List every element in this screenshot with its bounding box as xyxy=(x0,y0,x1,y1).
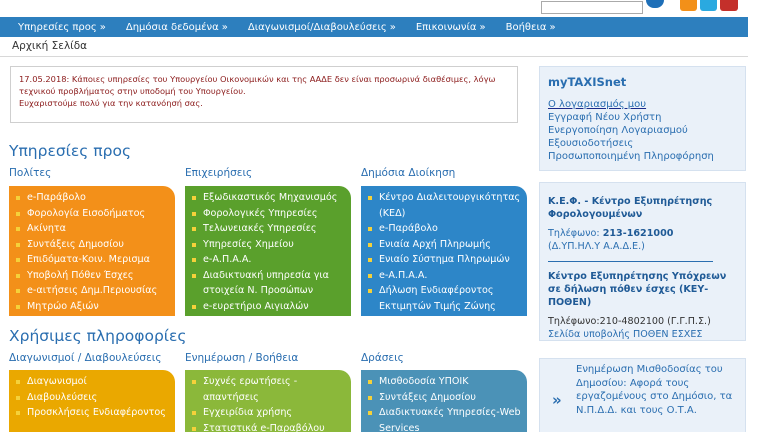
nav-label: Δημόσια δεδομένα xyxy=(125,21,219,33)
notice-line: Ευχαριστούμε πολύ για την κατανόησή σας. xyxy=(19,98,203,108)
list-item[interactable]: e-Παράβολο xyxy=(15,190,169,206)
list-item[interactable]: Προσκλήσεις Ενδιαφέροντος xyxy=(15,405,169,421)
column-heading-actions[interactable]: Δράσεις xyxy=(361,352,404,364)
notice-line: 17.05.2018: Κάποιες υπηρεσίες του Υπουργ… xyxy=(19,74,496,84)
list-item[interactable]: Συντάξεις Δημοσίου xyxy=(15,237,169,253)
nav-arrow: » xyxy=(389,21,396,33)
nav-item-help[interactable]: Βοήθεια» xyxy=(496,22,566,33)
list-item[interactable]: Επιδόματα-Κοιν. Μερισμα xyxy=(15,252,169,268)
list-item[interactable]: Διαδικτυακές Υπηρεσίες-Web Services xyxy=(367,405,521,432)
service-notice: 17.05.2018: Κάποιες υπηρεσίες του Υπουργ… xyxy=(10,66,518,123)
column-heading-tenders[interactable]: Διαγωνισμοί / Διαβουλεύσεις xyxy=(9,352,161,364)
list-item[interactable]: e-αιτήσεις Δημ.Περιουσίας xyxy=(15,283,169,299)
tile-info-help: Συχνές ερωτήσεις - απαντήσεις Εγχειρίδια … xyxy=(185,370,351,432)
activate-account-link[interactable]: Ενεργοποίηση Λογαριασμού xyxy=(548,124,737,137)
tile-tenders: Διαγωνισμοί Διαβουλεύσεις Προσκλήσεις Ενδι… xyxy=(9,370,175,432)
list-item[interactable]: Μισθοδοσία ΥΠΟΙΚ xyxy=(367,374,521,390)
list-item[interactable]: Υπηρεσίες Χημείου xyxy=(191,237,345,253)
phone-number: 213-1621000 xyxy=(602,228,674,239)
column-heading-info-help[interactable]: Ενημέρωση / Βοήθεια xyxy=(185,352,298,364)
list-item[interactable]: e-Α.Π.Α.Α. xyxy=(191,252,345,268)
list-item[interactable]: Φορολογικές Υπηρεσίες xyxy=(191,206,345,222)
tile-citizens: e-Παράβολο Φορολογία Εισοδήματος Ακίνητα Συ… xyxy=(9,186,175,316)
list-item[interactable]: Υποβολή Πόθεν Έσχες xyxy=(15,268,169,284)
search-button[interactable] xyxy=(646,0,664,8)
nav-item-contact[interactable]: Επικοινωνία» xyxy=(406,22,496,33)
useful-info-title: Χρήσιμες πληροφορίες xyxy=(9,327,187,345)
list-item[interactable]: e-Α.Π.Α.Α. xyxy=(367,268,521,284)
nav-label: Υπηρεσίες προς xyxy=(18,21,97,33)
phone-label: Τηλέφωνο: xyxy=(548,228,600,239)
column-heading-businesses[interactable]: Επιχειρήσεις xyxy=(185,167,252,179)
notice-line: τεχνικού προβλήματος στην υποδομή του Υπ… xyxy=(19,86,246,96)
nav-arrow: » xyxy=(221,21,228,33)
list-item[interactable]: Μητρώο Αξιών xyxy=(15,299,169,315)
search-input[interactable] xyxy=(541,1,643,14)
list-item[interactable]: Συντάξεις Δημοσίου xyxy=(367,390,521,406)
services-title: Υπηρεσίες προς xyxy=(9,142,132,160)
nav-arrow: » xyxy=(479,21,486,33)
top-strip xyxy=(0,0,768,17)
kef-box: Κ.Ε.Φ. - Κέντρο Εξυπηρέτησης Φορολογουμέ… xyxy=(539,182,746,341)
double-chevron-icon: » xyxy=(552,391,562,409)
taxisnet-title[interactable]: myTAXISnet xyxy=(548,75,737,89)
list-item[interactable]: Στατιστικά e-Παραβόλου xyxy=(191,421,345,432)
key-pothen-title: Κέντρο Εξυπηρέτησης Υπόχρεων σε δήλωση π… xyxy=(548,271,727,308)
key-pothen-phone: Τηλέφωνο:210-4802100 (Γ.Γ.Π.Σ.) xyxy=(548,316,711,327)
register-link[interactable]: Εγγραφή Νέου Χρήστη xyxy=(548,111,737,124)
list-item[interactable]: e-ευρετήριο Αιγιαλών xyxy=(191,299,345,315)
tile-public-admin: Κέντρο Διαλειτουργικότητας (ΚΕΔ) e-Παράβο… xyxy=(361,186,527,316)
nav-label: Βοήθεια xyxy=(505,21,547,33)
nav-label: Επικοινωνία xyxy=(415,21,477,33)
list-item[interactable]: Διαγωνισμοί xyxy=(15,374,169,390)
list-item[interactable]: Δήλωση Ενδιαφέροντος Εκτιμητών Τιμής Ζών… xyxy=(367,283,521,314)
list-item[interactable]: Ενιαίο Σύστημα Πληρωμών xyxy=(367,252,521,268)
main-nav: Υπηρεσίες προς» Δημόσια δεδομένα» Διαγων… xyxy=(0,17,748,37)
twitter-icon[interactable] xyxy=(700,0,717,11)
list-item[interactable]: e-Παράβολο xyxy=(367,221,521,237)
nav-item-open-data[interactable]: Δημόσια δεδομένα» xyxy=(116,22,238,33)
my-account-link[interactable]: Ο λογαριασμός μου xyxy=(548,98,737,111)
list-item[interactable]: Φορολογία Εισοδήματος xyxy=(15,206,169,222)
list-item[interactable]: Εγχειρίδια χρήσης xyxy=(191,405,345,421)
nav-label: Διαγωνισμοί/Διαβουλεύσεις xyxy=(247,21,387,33)
personalized-info-link[interactable]: Προσωποποιημένη Πληροφόρηση xyxy=(548,150,737,163)
rss-icon[interactable] xyxy=(680,0,697,11)
breadcrumb[interactable]: Αρχική Σελίδα xyxy=(12,40,87,52)
divider xyxy=(548,261,713,262)
nav-item-tenders[interactable]: Διαγωνισμοί/Διαβουλεύσεις» xyxy=(238,22,406,33)
tile-businesses: Εξωδικαστικός Μηχανισμός Φορολογικές Υπηρ… xyxy=(185,186,351,316)
nav-item-services[interactable]: Υπηρεσίες προς» xyxy=(0,22,116,33)
news-box[interactable]: » Ενημέρωση Μισθοδοσίας του Δημοσίου: Αφ… xyxy=(539,358,746,432)
list-item[interactable]: Τελωνειακές Υπηρεσίες xyxy=(191,221,345,237)
list-item[interactable]: Κέντρο Διαλειτουργικότητας (ΚΕΔ) xyxy=(367,190,521,221)
authorizations-link[interactable]: Εξουσιοδοτήσεις xyxy=(548,137,737,150)
column-heading-citizens[interactable]: Πολίτες xyxy=(9,167,51,179)
column-heading-public-admin[interactable]: Δημόσια Διοίκηση xyxy=(361,167,455,179)
kef-phone: Τηλέφωνο: 213-1621000 xyxy=(548,227,737,240)
divider xyxy=(0,56,748,57)
kef-phone-note: (Δ.ΥΠ.ΗΛ.Υ Α.Α.Δ.Ε.) xyxy=(548,241,645,252)
list-item[interactable]: Ακίνητα xyxy=(15,221,169,237)
youtube-icon[interactable] xyxy=(720,0,738,11)
tile-actions: Μισθοδοσία ΥΠΟΙΚ Συντάξεις Δημοσίου Διαδικ… xyxy=(361,370,527,432)
list-item[interactable]: Διαβουλεύσεις xyxy=(15,390,169,406)
list-item[interactable]: Ενιαία Αρχή Πληρωμής xyxy=(367,237,521,253)
news-text[interactable]: Ενημέρωση Μισθοδοσίας του Δημοσίου: Αφορ… xyxy=(576,363,737,417)
list-item[interactable]: Συχνές ερωτήσεις - απαντήσεις xyxy=(191,374,345,405)
kef-title: Κ.Ε.Φ. - Κέντρο Εξυπηρέτησης Φορολογουμέ… xyxy=(548,196,713,220)
list-item[interactable]: Διαδικτυακή υπηρεσία για στοιχεία Ν. Προ… xyxy=(191,268,345,299)
taxisnet-box: myTAXISnet Ο λογαριασμός μου Εγγραφή Νέο… xyxy=(539,66,746,171)
nav-arrow: » xyxy=(99,21,106,33)
nav-arrow: » xyxy=(549,21,556,33)
list-item[interactable]: Εξωδικαστικός Μηχανισμός xyxy=(191,190,345,206)
pothen-submit-link[interactable]: Σελίδα υποβολής ΠΟΘΕΝ ΕΣΧΕΣ xyxy=(548,328,737,341)
